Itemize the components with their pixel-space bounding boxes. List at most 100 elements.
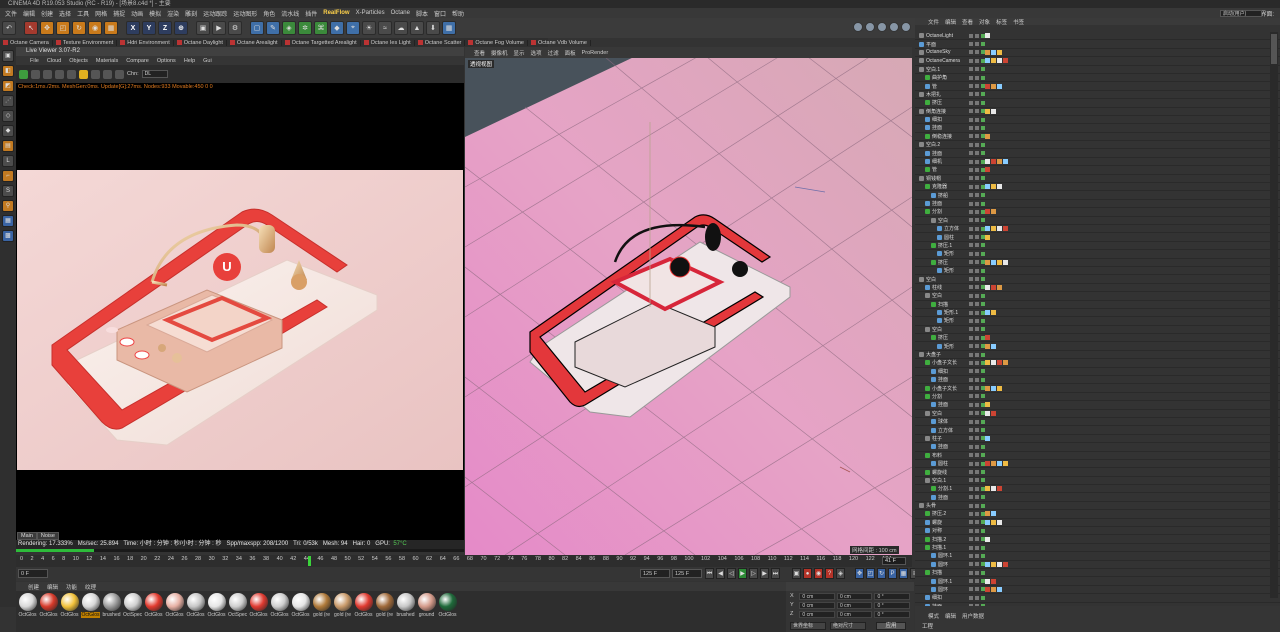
- param-key-icon[interactable]: P: [888, 568, 897, 579]
- om-menu-view[interactable]: 查看: [959, 18, 976, 26]
- visibility-flags[interactable]: [969, 545, 985, 550]
- object-row[interactable]: 挤船: [915, 191, 1280, 200]
- render-visibility-icon[interactable]: [975, 411, 979, 416]
- visibility-flags[interactable]: [969, 209, 985, 214]
- channel-select[interactable]: DL: [141, 70, 168, 78]
- realflow-icon[interactable]: ≈: [378, 21, 392, 35]
- view-sphere-icon[interactable]: [877, 22, 887, 32]
- coord-rot-h[interactable]: 0 °: [874, 593, 911, 600]
- tag-icon[interactable]: [985, 561, 990, 567]
- visibility-flags[interactable]: [969, 411, 985, 416]
- object-row[interactable]: OctaneCamera: [915, 57, 1280, 66]
- object-tags[interactable]: [985, 108, 996, 114]
- render-visibility-icon[interactable]: [975, 142, 979, 147]
- visibility-flags[interactable]: [969, 42, 985, 47]
- render-visibility-icon[interactable]: [975, 486, 979, 491]
- enabled-check-icon[interactable]: [981, 100, 985, 105]
- texture-environment-button[interactable]: Texture Environment: [53, 39, 118, 46]
- editor-visibility-icon[interactable]: [969, 553, 973, 558]
- region-icon[interactable]: [91, 69, 100, 79]
- visibility-flags[interactable]: [969, 285, 985, 290]
- object-row[interactable]: 柱线: [915, 284, 1280, 293]
- object-tags[interactable]: [985, 536, 990, 542]
- render-visibility-icon[interactable]: [975, 318, 979, 323]
- visibility-flags[interactable]: [969, 142, 985, 147]
- tag-icon[interactable]: [997, 226, 1002, 232]
- editor-visibility-icon[interactable]: [969, 268, 973, 273]
- tag-icon[interactable]: [985, 536, 990, 542]
- visibility-flags[interactable]: [969, 520, 985, 525]
- render-visibility-icon[interactable]: [975, 243, 979, 248]
- tag-icon[interactable]: [991, 49, 996, 55]
- enabled-check-icon[interactable]: [981, 293, 985, 298]
- tag-icon[interactable]: [991, 578, 996, 584]
- object-row[interactable]: 矩形: [915, 342, 1280, 351]
- tag-icon[interactable]: [985, 511, 990, 517]
- menu-snap[interactable]: 捕捉: [110, 9, 128, 18]
- render-visibility-icon[interactable]: [975, 42, 979, 47]
- object-tags[interactable]: [985, 360, 1008, 366]
- render-visibility-icon[interactable]: [975, 386, 979, 391]
- editor-visibility-icon[interactable]: [969, 176, 973, 181]
- menu-file[interactable]: 文件: [2, 9, 20, 18]
- editor-visibility-icon[interactable]: [969, 235, 973, 240]
- render-visibility-icon[interactable]: [975, 587, 979, 592]
- render-visibility-icon[interactable]: [975, 394, 979, 399]
- material-item[interactable]: gold (re: [333, 593, 352, 632]
- enabled-check-icon[interactable]: [981, 553, 985, 558]
- editor-visibility-icon[interactable]: [969, 159, 973, 164]
- tag-icon[interactable]: [985, 410, 990, 416]
- object-row[interactable]: 空白: [915, 275, 1280, 284]
- tag-icon[interactable]: [997, 259, 1002, 265]
- material-item[interactable]: OctSpec: [228, 593, 247, 632]
- editor-visibility-icon[interactable]: [969, 335, 973, 340]
- enabled-check-icon[interactable]: [981, 470, 985, 474]
- material-item[interactable]: OctGlos: [18, 593, 37, 632]
- grid-icon[interactable]: ▦: [442, 21, 456, 35]
- render-visibility-icon[interactable]: [975, 579, 979, 584]
- play-icon[interactable]: ▶: [738, 568, 747, 579]
- enabled-check-icon[interactable]: [981, 92, 985, 97]
- tag-icon[interactable]: [985, 402, 990, 408]
- object-row[interactable]: 分割: [915, 393, 1280, 402]
- render-visibility-icon[interactable]: [975, 67, 979, 72]
- object-row[interactable]: 细扣: [915, 368, 1280, 377]
- tag-icon[interactable]: [985, 58, 990, 64]
- render-visibility-icon[interactable]: [975, 444, 979, 449]
- render-visibility-icon[interactable]: [975, 537, 979, 542]
- enabled-check-icon[interactable]: [981, 243, 985, 248]
- vp-menu-prorender[interactable]: ProRender: [579, 50, 612, 56]
- tag-icon[interactable]: [985, 33, 990, 39]
- enabled-check-icon[interactable]: [981, 545, 985, 550]
- object-row[interactable]: 头骨: [915, 502, 1280, 511]
- coord-size-z[interactable]: 0 cm: [836, 611, 873, 618]
- polygons-mode-icon[interactable]: ◆: [2, 125, 14, 137]
- end-frame-field[interactable]: 125 F: [640, 569, 670, 578]
- menu-edit[interactable]: 编辑: [20, 9, 38, 18]
- visibility-flags[interactable]: [969, 470, 985, 474]
- visibility-flags[interactable]: [969, 360, 985, 365]
- menu-mograph[interactable]: 运动图形: [230, 9, 260, 18]
- editor-visibility-icon[interactable]: [969, 344, 973, 349]
- deformer-icon[interactable]: ⌘: [314, 21, 328, 35]
- tag-icon[interactable]: [985, 284, 990, 290]
- coord-rot-b[interactable]: 0 °: [874, 611, 911, 618]
- tag-icon[interactable]: [997, 159, 1002, 165]
- editor-visibility-icon[interactable]: [969, 134, 973, 139]
- view-sphere-icon[interactable]: [865, 22, 875, 32]
- menu-motion-tracking[interactable]: 运动跟踪: [200, 9, 230, 18]
- enabled-check-icon[interactable]: [981, 478, 985, 483]
- tag-icon[interactable]: [1003, 226, 1008, 232]
- object-row[interactable]: 挤压: [915, 99, 1280, 108]
- visibility-flags[interactable]: [969, 159, 985, 164]
- visibility-flags[interactable]: [969, 344, 985, 349]
- object-row[interactable]: 柱子: [915, 435, 1280, 444]
- visibility-flags[interactable]: [969, 268, 985, 273]
- visibility-flags[interactable]: [969, 75, 985, 80]
- tag-icon[interactable]: [985, 519, 990, 525]
- visibility-flags[interactable]: [969, 553, 985, 558]
- vp-menu-filter[interactable]: 过滤: [545, 49, 562, 57]
- apply-button[interactable]: 应用: [876, 622, 906, 630]
- object-row[interactable]: 矩形: [915, 250, 1280, 259]
- editor-visibility-icon[interactable]: [969, 310, 973, 315]
